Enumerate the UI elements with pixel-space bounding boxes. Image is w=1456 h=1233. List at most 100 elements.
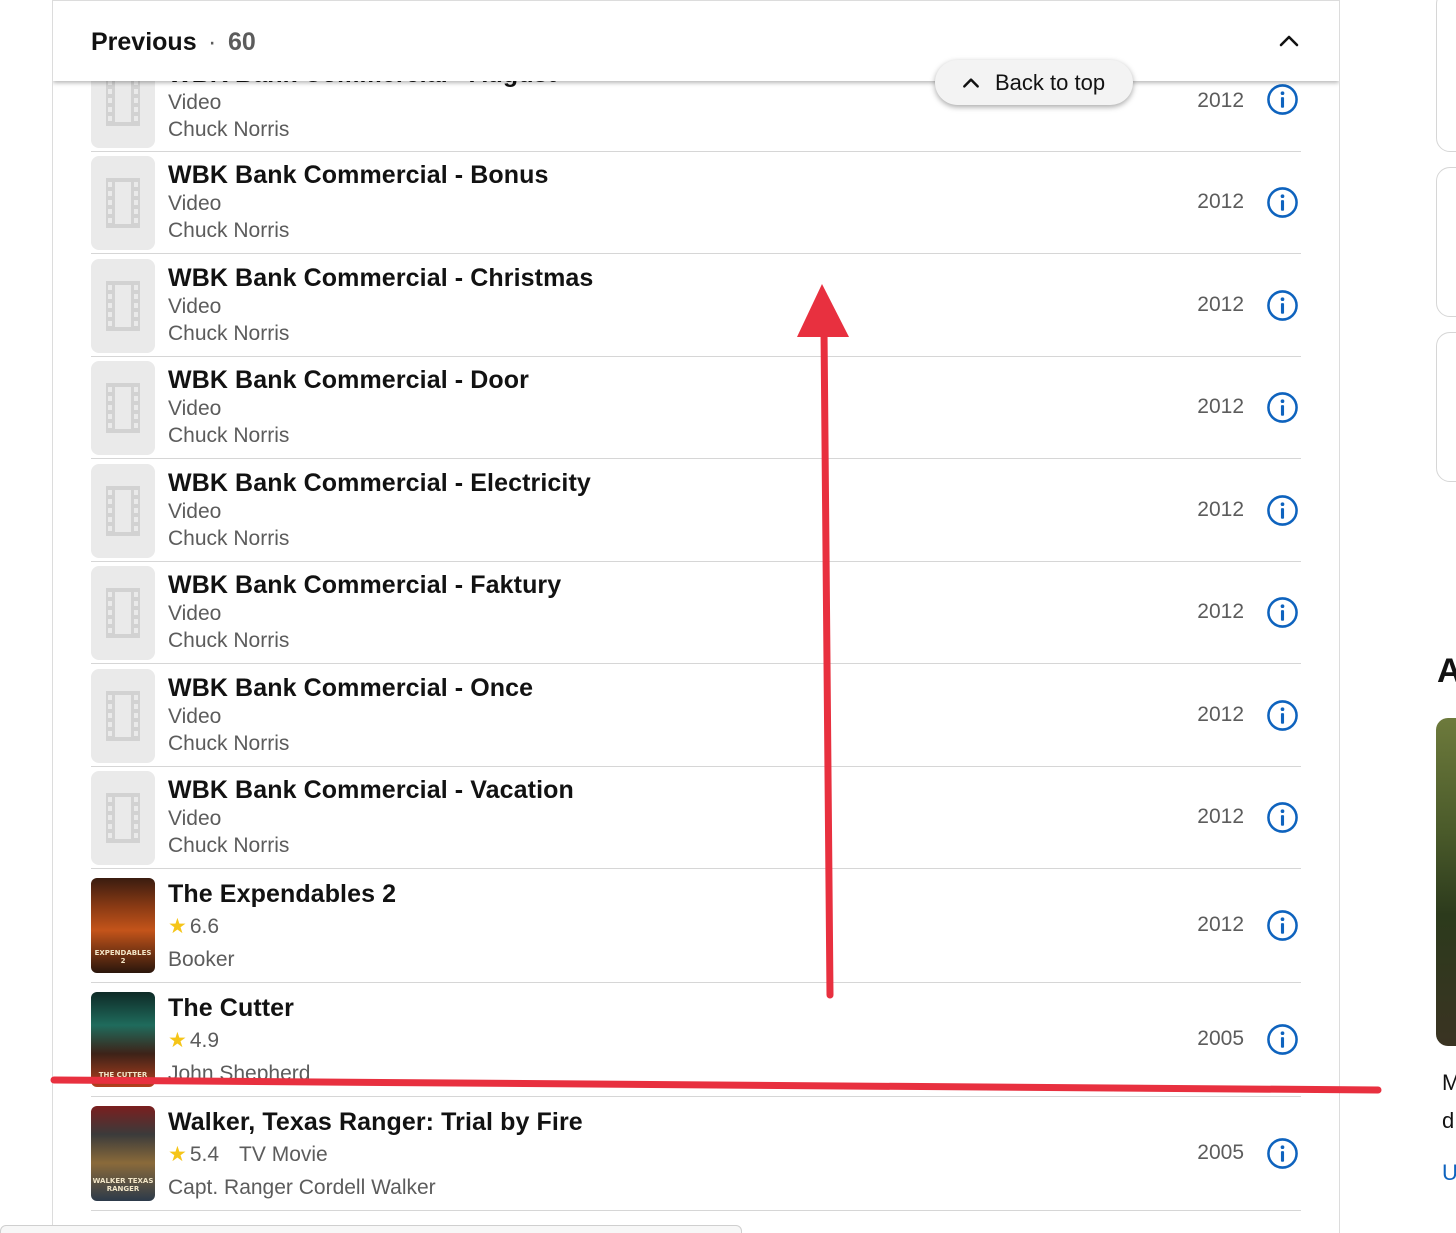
poster-caption: EXPENDABLES 2 xyxy=(94,949,152,965)
chevron-up-icon[interactable] xyxy=(1277,29,1301,53)
film-strip-icon xyxy=(91,463,155,558)
item-year: 2012 xyxy=(1197,805,1244,828)
section-header[interactable]: Previous · 60 xyxy=(53,1,1339,81)
item-kind: Video xyxy=(168,602,222,625)
item-role: Chuck Norris xyxy=(168,731,290,755)
film-strip-icon xyxy=(91,258,155,353)
item-role: Chuck Norris xyxy=(168,424,290,447)
item-year: 2012 xyxy=(1197,913,1244,936)
list-item[interactable]: WALKER TEXAS RANGER Walker, Texas Ranger:… xyxy=(91,1097,1301,1211)
star-icon: ★ xyxy=(168,1029,187,1052)
item-title[interactable]: WBK Bank Commercial - Bonus xyxy=(168,160,549,190)
poster-caption: WALKER TEXAS RANGER xyxy=(92,1177,154,1193)
info-circle-icon[interactable] xyxy=(1266,1137,1299,1170)
star-icon: ★ xyxy=(168,915,187,938)
item-year: 2012 xyxy=(1197,395,1244,418)
item-role: Chuck Norris xyxy=(168,526,290,550)
item-kind: Video xyxy=(168,294,222,318)
horizontal-scrollbar[interactable] xyxy=(0,1225,742,1233)
item-title[interactable]: WBK Bank Commercial - Christmas xyxy=(168,263,593,293)
info-circle-icon[interactable] xyxy=(1266,289,1299,322)
list-item[interactable]: WBK Bank Commercial - Christmas Video Chuc… xyxy=(91,255,1301,357)
info-circle-icon[interactable] xyxy=(1266,186,1299,219)
item-role: John Shepherd xyxy=(168,1062,311,1085)
item-year: 2012 xyxy=(1197,600,1244,623)
credits-list: WBK Bank Commercial - August Video Chuck… xyxy=(53,1,1339,1233)
item-kind: Video xyxy=(168,397,222,420)
list-item[interactable]: WBK Bank Commercial - Bonus Video Chuck No… xyxy=(91,152,1301,254)
item-title[interactable]: Walker, Texas Ranger: Trial by Fire xyxy=(168,1107,583,1137)
info-circle-icon[interactable] xyxy=(1266,699,1299,732)
info-circle-icon[interactable] xyxy=(1266,391,1299,424)
item-title[interactable]: WBK Bank Commercial - Door xyxy=(168,365,529,395)
sidebar-card-2[interactable] xyxy=(1436,167,1456,317)
info-circle-icon[interactable] xyxy=(1266,83,1299,116)
item-rating: 6.6 xyxy=(189,915,220,938)
item-kind: Video xyxy=(168,807,222,830)
poster-image[interactable]: WALKER TEXAS RANGER xyxy=(91,1106,155,1201)
info-circle-icon[interactable] xyxy=(1266,596,1299,629)
item-title[interactable]: WBK Bank Commercial - Electricity xyxy=(168,468,591,498)
item-role: Chuck Norris xyxy=(168,629,290,652)
info-circle-icon[interactable] xyxy=(1266,494,1299,527)
info-circle-icon[interactable] xyxy=(1266,801,1299,834)
filmography-panel: WBK Bank Commercial - August Video Chuck… xyxy=(52,0,1340,1233)
item-title[interactable]: The Expendables 2 xyxy=(168,879,396,909)
info-circle-icon[interactable] xyxy=(1266,1023,1299,1056)
info-circle-icon[interactable] xyxy=(1266,909,1299,942)
film-strip-icon xyxy=(91,361,155,455)
section-count: 60 xyxy=(228,28,256,56)
sidebar-image[interactable] xyxy=(1436,718,1456,1046)
item-kind: Video xyxy=(168,192,222,215)
section-title: Previous xyxy=(91,28,197,56)
item-role: Chuck Norris xyxy=(168,321,290,345)
sidebar-card-1[interactable] xyxy=(1436,0,1456,152)
item-year: 2005 xyxy=(1197,1141,1244,1164)
list-item[interactable]: WBK Bank Commercial - Door Video Chuck Nor… xyxy=(91,357,1301,459)
poster-image[interactable]: EXPENDABLES 2 xyxy=(91,878,155,973)
item-year: 2005 xyxy=(1197,1027,1244,1050)
sidebar-heading: A xyxy=(1437,652,1456,690)
item-kind: TV Movie xyxy=(239,1143,328,1166)
list-item[interactable]: WBK Bank Commercial - Once Video Chuck Nor… xyxy=(91,665,1301,767)
item-kind: Video xyxy=(168,704,222,728)
item-role: Chuck Norris xyxy=(168,118,290,141)
sidebar-card-3[interactable] xyxy=(1436,332,1456,482)
item-year: 2012 xyxy=(1197,292,1244,316)
item-title[interactable]: WBK Bank Commercial - Faktury xyxy=(168,570,561,600)
film-strip-icon xyxy=(91,566,155,660)
film-strip-icon xyxy=(91,771,155,865)
item-rating: 5.4 xyxy=(189,1143,220,1166)
back-to-top-button[interactable]: Back to top xyxy=(935,60,1133,105)
back-to-top-label: Back to top xyxy=(995,69,1106,95)
item-year: 2012 xyxy=(1197,702,1244,726)
poster-image[interactable]: THE CUTTER xyxy=(91,992,155,1087)
item-year: 2012 xyxy=(1197,497,1244,521)
list-item[interactable]: WBK Bank Commercial - Electricity Video Ch… xyxy=(91,460,1301,562)
list-item[interactable]: WBK Bank Commercial - Faktury Video Chuck … xyxy=(91,562,1301,664)
sidebar-link[interactable]: U xyxy=(1442,1160,1456,1186)
item-year: 2012 xyxy=(1197,89,1244,112)
item-rating: 4.9 xyxy=(189,1029,220,1052)
section-separator: · xyxy=(208,28,217,56)
chevron-up-icon xyxy=(963,77,979,88)
sidebar-text-line2: d xyxy=(1442,1108,1455,1133)
star-icon: ★ xyxy=(168,1143,187,1166)
item-title[interactable]: WBK Bank Commercial - Vacation xyxy=(168,775,574,805)
film-strip-icon xyxy=(91,156,155,250)
item-title[interactable]: WBK Bank Commercial - Once xyxy=(168,673,533,703)
item-kind: Video xyxy=(168,91,222,114)
poster-caption: THE CUTTER xyxy=(98,1071,148,1079)
item-role: Chuck Norris xyxy=(168,219,290,242)
item-role: Booker xyxy=(168,948,235,971)
item-rating-line: ★ 5.4 TV Movie xyxy=(168,1141,583,1168)
item-title[interactable]: The Cutter xyxy=(168,993,310,1023)
list-item[interactable]: EXPENDABLES 2 The Expendables 2 ★ 6.6 Booker… xyxy=(91,869,1301,983)
list-item[interactable]: WBK Bank Commercial - Vacation Video Chuck… xyxy=(91,767,1301,869)
item-rating-line: ★ 6.6 xyxy=(168,913,396,940)
list-item[interactable]: THE CUTTER The Cutter ★ 4.9 John Shepherd 200… xyxy=(91,983,1301,1097)
item-rating-line: ★ 4.9 xyxy=(168,1027,310,1054)
item-year: 2012 xyxy=(1197,190,1244,213)
sidebar-text-line1: M xyxy=(1442,1070,1456,1095)
film-strip-icon xyxy=(91,668,155,763)
